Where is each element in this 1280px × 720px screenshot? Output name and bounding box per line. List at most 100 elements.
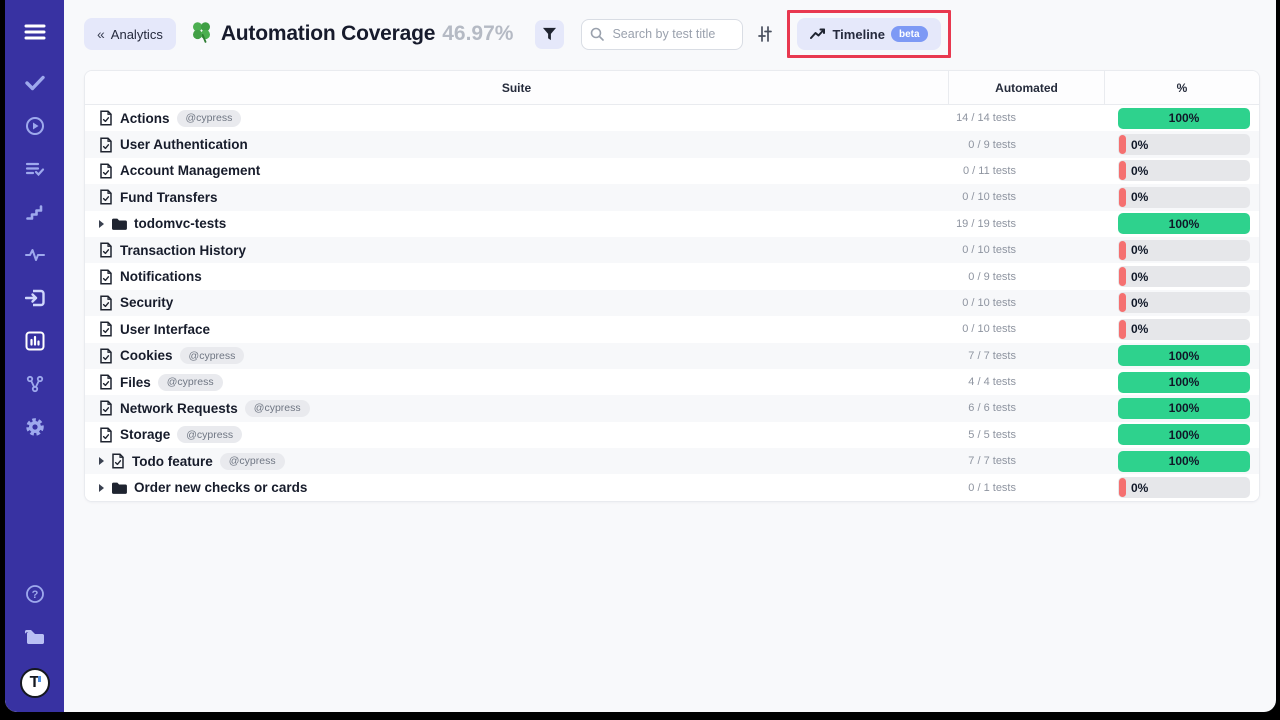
timeline-button[interactable]: Timeline beta [797,18,940,50]
file-check-icon [99,321,113,337]
progress-red-sliver [1119,241,1126,260]
list-check-icon[interactable] [22,157,48,181]
menu-icon[interactable] [22,20,48,44]
login-icon[interactable] [22,286,48,310]
progress-label: 0% [1131,134,1148,155]
table-row[interactable]: todomvc-tests 19 / 19 tests 100% [85,211,1259,237]
analytics-back-button[interactable]: « Analytics [84,18,176,50]
expand-caret-icon[interactable] [99,484,104,492]
activity-icon[interactable] [22,243,48,267]
automated-count: 0 / 10 tests [948,297,1104,309]
suite-name: Cookies [120,348,173,363]
table-row[interactable]: Notifications 0 / 9 tests 0% [85,263,1259,289]
automated-count: 14 / 14 tests [948,112,1104,124]
file-check-icon [99,348,113,364]
automated-count: 0 / 11 tests [948,165,1104,177]
automated-count: 7 / 7 tests [948,350,1104,362]
column-header-automated: Automated [948,71,1104,104]
check-icon[interactable] [22,71,48,95]
file-check-icon [111,453,125,469]
funnel-icon [542,27,557,41]
table-row[interactable]: User Interface 0 / 10 tests 0% [85,316,1259,342]
help-icon[interactable]: ? [22,582,48,606]
expand-caret-icon[interactable] [99,457,104,465]
suite-cell: Network Requests @cypress [85,400,948,417]
progress-bar: 0% [1118,240,1250,261]
automated-count: 6 / 6 tests [948,402,1104,414]
progress-label: 100% [1118,398,1250,419]
progress-label: 0% [1131,187,1148,208]
analytics-back-label: Analytics [111,27,163,42]
annotation-box: Timeline beta [787,10,950,58]
expand-caret-icon[interactable] [99,220,104,228]
settings-icon[interactable] [22,415,48,439]
table-row[interactable]: Cookies @cypress 7 / 7 tests 100% [85,343,1259,369]
table-row[interactable]: Files @cypress 4 / 4 tests 100% [85,369,1259,395]
suite-name: Storage [120,427,170,442]
percent-cell: 0% [1104,266,1259,287]
docs-icon[interactable] [22,625,48,649]
percent-cell: 0% [1104,134,1259,155]
filter-button[interactable] [535,20,564,49]
table-row[interactable]: Storage @cypress 5 / 5 tests 100% [85,422,1259,448]
sliders-icon [756,25,774,43]
suite-tag: @cypress [177,110,242,127]
branch-icon[interactable] [22,372,48,396]
automated-count: 0 / 1 tests [948,482,1104,494]
search-input[interactable] [581,19,743,50]
suite-cell: Todo feature @cypress [85,453,948,470]
progress-red-sliver [1119,320,1126,339]
progress-label: 0% [1131,266,1148,287]
file-check-icon [99,137,113,153]
beta-badge: beta [891,26,928,42]
table-row[interactable]: User Authentication 0 / 9 tests 0% [85,131,1259,157]
progress-bar: 100% [1118,398,1250,419]
folder-icon [111,217,127,231]
percent-cell: 100% [1104,424,1259,445]
table-row[interactable]: Network Requests @cypress 6 / 6 tests 10… [85,395,1259,421]
table-row[interactable]: Actions @cypress 14 / 14 tests 100% [85,105,1259,131]
progress-red-sliver [1119,293,1126,312]
progress-red-sliver [1119,478,1126,497]
suite-cell: Storage @cypress [85,426,948,443]
filter-settings-button[interactable] [756,25,774,43]
table-row[interactable]: Account Management 0 / 11 tests 0% [85,158,1259,184]
table-row[interactable]: Security 0 / 10 tests 0% [85,290,1259,316]
progress-bar: 100% [1118,451,1250,472]
analytics-icon[interactable] [22,329,48,353]
progress-bar: 0% [1118,266,1250,287]
sidebar: ? T [5,0,64,712]
table-row[interactable]: Fund Transfers 0 / 10 tests 0% [85,184,1259,210]
percent-cell: 100% [1104,372,1259,393]
suite-name: Order new checks or cards [134,480,307,495]
suite-cell: Cookies @cypress [85,347,948,364]
table-header: Suite Automated % [85,71,1259,105]
progress-red-sliver [1119,135,1126,154]
table-row[interactable]: Order new checks or cards 0 / 1 tests 0% [85,474,1259,500]
column-header-percent: % [1104,71,1259,104]
suite-tag: @cypress [177,426,242,443]
progress-label: 0% [1131,160,1148,181]
steps-icon[interactable] [22,200,48,224]
progress-label: 0% [1131,477,1148,498]
percent-cell: 0% [1104,187,1259,208]
suite-cell: Transaction History [85,242,948,258]
progress-label: 100% [1118,213,1250,234]
percent-cell: 0% [1104,477,1259,498]
suite-name: Todo feature [132,454,213,469]
file-check-icon [99,427,113,443]
suite-name: Security [120,295,173,310]
suite-rows: Actions @cypress 14 / 14 tests 100% User… [85,105,1259,501]
play-circle-icon[interactable] [22,114,48,138]
progress-label: 100% [1118,372,1250,393]
progress-label: 0% [1131,319,1148,340]
coverage-percent: 46.97% [442,22,513,46]
table-row[interactable]: Transaction History 0 / 10 tests 0% [85,237,1259,263]
automated-count: 0 / 10 tests [948,191,1104,203]
automated-count: 0 / 9 tests [948,139,1104,151]
table-row[interactable]: Todo feature @cypress 7 / 7 tests 100% [85,448,1259,474]
suite-tag: @cypress [180,347,245,364]
percent-cell: 100% [1104,108,1259,129]
progress-bar: 100% [1118,213,1250,234]
app-logo[interactable]: T [20,668,50,698]
